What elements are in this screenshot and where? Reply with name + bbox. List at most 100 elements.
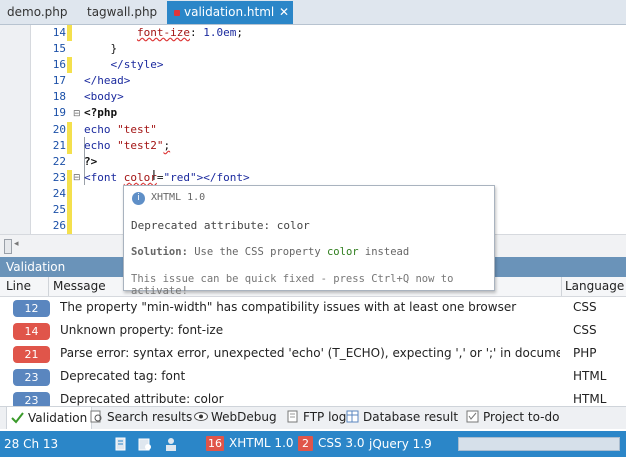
line-badge: 12 (13, 300, 50, 317)
issue-language: HTML (573, 369, 607, 383)
tool-tab-label: Validation (28, 411, 88, 425)
code-line[interactable]: </head> (84, 73, 250, 89)
validation-rows: 12 The property "min-width" has compatibi… (0, 297, 626, 407)
code-token: </head> (84, 74, 131, 88)
xhtml-status[interactable]: 16 XHTML 1.0 (206, 436, 294, 451)
code-line[interactable]: echo "test2"; (84, 138, 250, 154)
user-icon[interactable] (164, 437, 178, 451)
issue-language: PHP (573, 346, 597, 360)
tooltip-quickfix-hint[interactable]: This issue can be quick fixed - press Ct… (131, 273, 494, 297)
change-marker (67, 218, 72, 235)
code-line[interactable]: <body> (84, 89, 250, 105)
code-token: <?php (84, 106, 118, 120)
line-number: 16 (52, 58, 66, 72)
css-status[interactable]: 2 CSS 3.0 (298, 436, 365, 451)
tool-tab-label: FTP log (303, 410, 347, 424)
change-markers (67, 25, 72, 235)
change-marker (67, 89, 72, 105)
issue-message: Deprecated tag: font (60, 369, 186, 383)
code-token: font-ize (136, 26, 190, 39)
change-marker (67, 57, 72, 74)
fold-minus-icon[interactable]: ⊟ (73, 173, 81, 183)
line-number: 26 (52, 219, 66, 233)
modified-icon (174, 9, 180, 16)
document-icon (286, 410, 299, 423)
table-row[interactable]: 23 Deprecated attribute: color HTML (0, 389, 626, 407)
code-line[interactable]: <?php (84, 105, 250, 121)
tab-validation-html[interactable]: validation.html ✕ (167, 1, 293, 24)
text-cursor-icon: I (152, 169, 156, 184)
info-icon: i (132, 192, 145, 205)
check-icon (11, 409, 24, 424)
tool-tab-search-results[interactable]: Search results (90, 410, 192, 424)
cursor-position: 28 Ch 13 (4, 437, 59, 451)
table-row[interactable]: 14 Unknown property: font-ize CSS (0, 320, 626, 343)
fold-minus-icon[interactable]: ⊟ (73, 109, 81, 119)
table-row[interactable]: 23 Deprecated tag: font HTML (0, 366, 626, 389)
line-badge: 14 (13, 323, 50, 340)
code-token: ; (163, 138, 171, 152)
code-token: "test2" (117, 138, 164, 152)
tool-tab-label: WebDebug (211, 410, 277, 424)
code-line[interactable]: font-ize: 1.0em; (84, 25, 250, 41)
code-token: } (110, 42, 118, 56)
tool-tabs: Validation Search results WebDebug FTP log D… (0, 406, 626, 429)
code-line[interactable]: <font color="red"></font> (84, 170, 250, 186)
table-row[interactable]: 21 Parse error: syntax error, unexpected … (0, 343, 626, 366)
status-bar: 28 Ch 13 16 XHTML 1.0 2 CSS 3.0 jQuery 1.9 (0, 431, 626, 457)
column-line[interactable]: Line (6, 279, 31, 293)
xhtml-label: XHTML 1.0 (229, 436, 294, 450)
xhtml-error-count: 16 (206, 436, 224, 451)
solution-text-end: instead (358, 246, 410, 258)
column-divider[interactable] (48, 277, 49, 296)
code-token: ?> (84, 154, 98, 168)
jquery-status[interactable]: jQuery 1.9 (369, 437, 432, 451)
line-badge: 23 (13, 392, 50, 407)
settings-icon[interactable] (138, 437, 152, 451)
change-marker (67, 137, 72, 154)
tool-tab-webdebug[interactable]: WebDebug (194, 410, 277, 424)
edit-icon[interactable] (114, 437, 128, 451)
tab-demo-php[interactable]: demo.php (0, 2, 84, 23)
tool-tab-label: Database result (363, 410, 459, 424)
column-message[interactable]: Message (53, 279, 106, 293)
line-number: 23 (52, 170, 66, 184)
change-marker (67, 185, 72, 203)
code-line[interactable]: echo "test" (84, 122, 250, 138)
code-line[interactable]: ?> (84, 154, 250, 170)
line-number: 24 (52, 186, 66, 200)
line-number: 14 (52, 26, 66, 39)
line-number: 20 (52, 122, 66, 136)
issue-language: HTML (573, 392, 607, 406)
code-line[interactable]: </style> (84, 57, 250, 73)
tool-tab-label: Search results (107, 410, 193, 424)
column-language[interactable]: Language (565, 279, 624, 293)
line-numbers: 14 15 16 17 18 19 20 21 22 23 24 25 26 (32, 25, 66, 234)
tool-tab-database-result[interactable]: Database result (346, 410, 458, 424)
code-token: "test" (117, 122, 157, 136)
scroll-thumb[interactable] (4, 239, 12, 254)
change-marker (67, 169, 72, 186)
tooltip-solution: Solution: Use the CSS property color ins… (131, 246, 409, 258)
tab-tagwall-php[interactable]: tagwall.php (80, 2, 174, 23)
scroll-left-icon[interactable]: ◂ (14, 239, 19, 249)
issue-language: CSS (573, 300, 597, 314)
tool-tab-validation[interactable]: Validation (6, 407, 93, 429)
tooltip-header-label: XHTML 1.0 (151, 192, 206, 203)
line-badge: 23 (13, 369, 50, 386)
close-icon[interactable]: ✕ (279, 1, 289, 24)
column-divider[interactable] (561, 277, 562, 296)
change-marker (67, 154, 72, 170)
solution-text: Use the CSS property (187, 246, 327, 258)
tool-tab-project-to-do[interactable]: Project to-do (466, 410, 559, 424)
issue-tooltip: i XHTML 1.0 Deprecated attribute: color S… (123, 185, 495, 297)
issue-message: Unknown property: font-ize (60, 323, 224, 337)
tab-label: tagwall.php (87, 5, 158, 19)
tooltip-header: i XHTML 1.0 (132, 192, 205, 205)
code-token: <font (84, 170, 124, 184)
tool-tab-label: Project to-do (483, 410, 560, 424)
code-line[interactable]: } (84, 41, 250, 57)
progress-bar (458, 437, 620, 451)
table-row[interactable]: 12 The property "min-width" has compatibi… (0, 297, 626, 320)
tool-tab-ftp-log[interactable]: FTP log (286, 410, 346, 424)
